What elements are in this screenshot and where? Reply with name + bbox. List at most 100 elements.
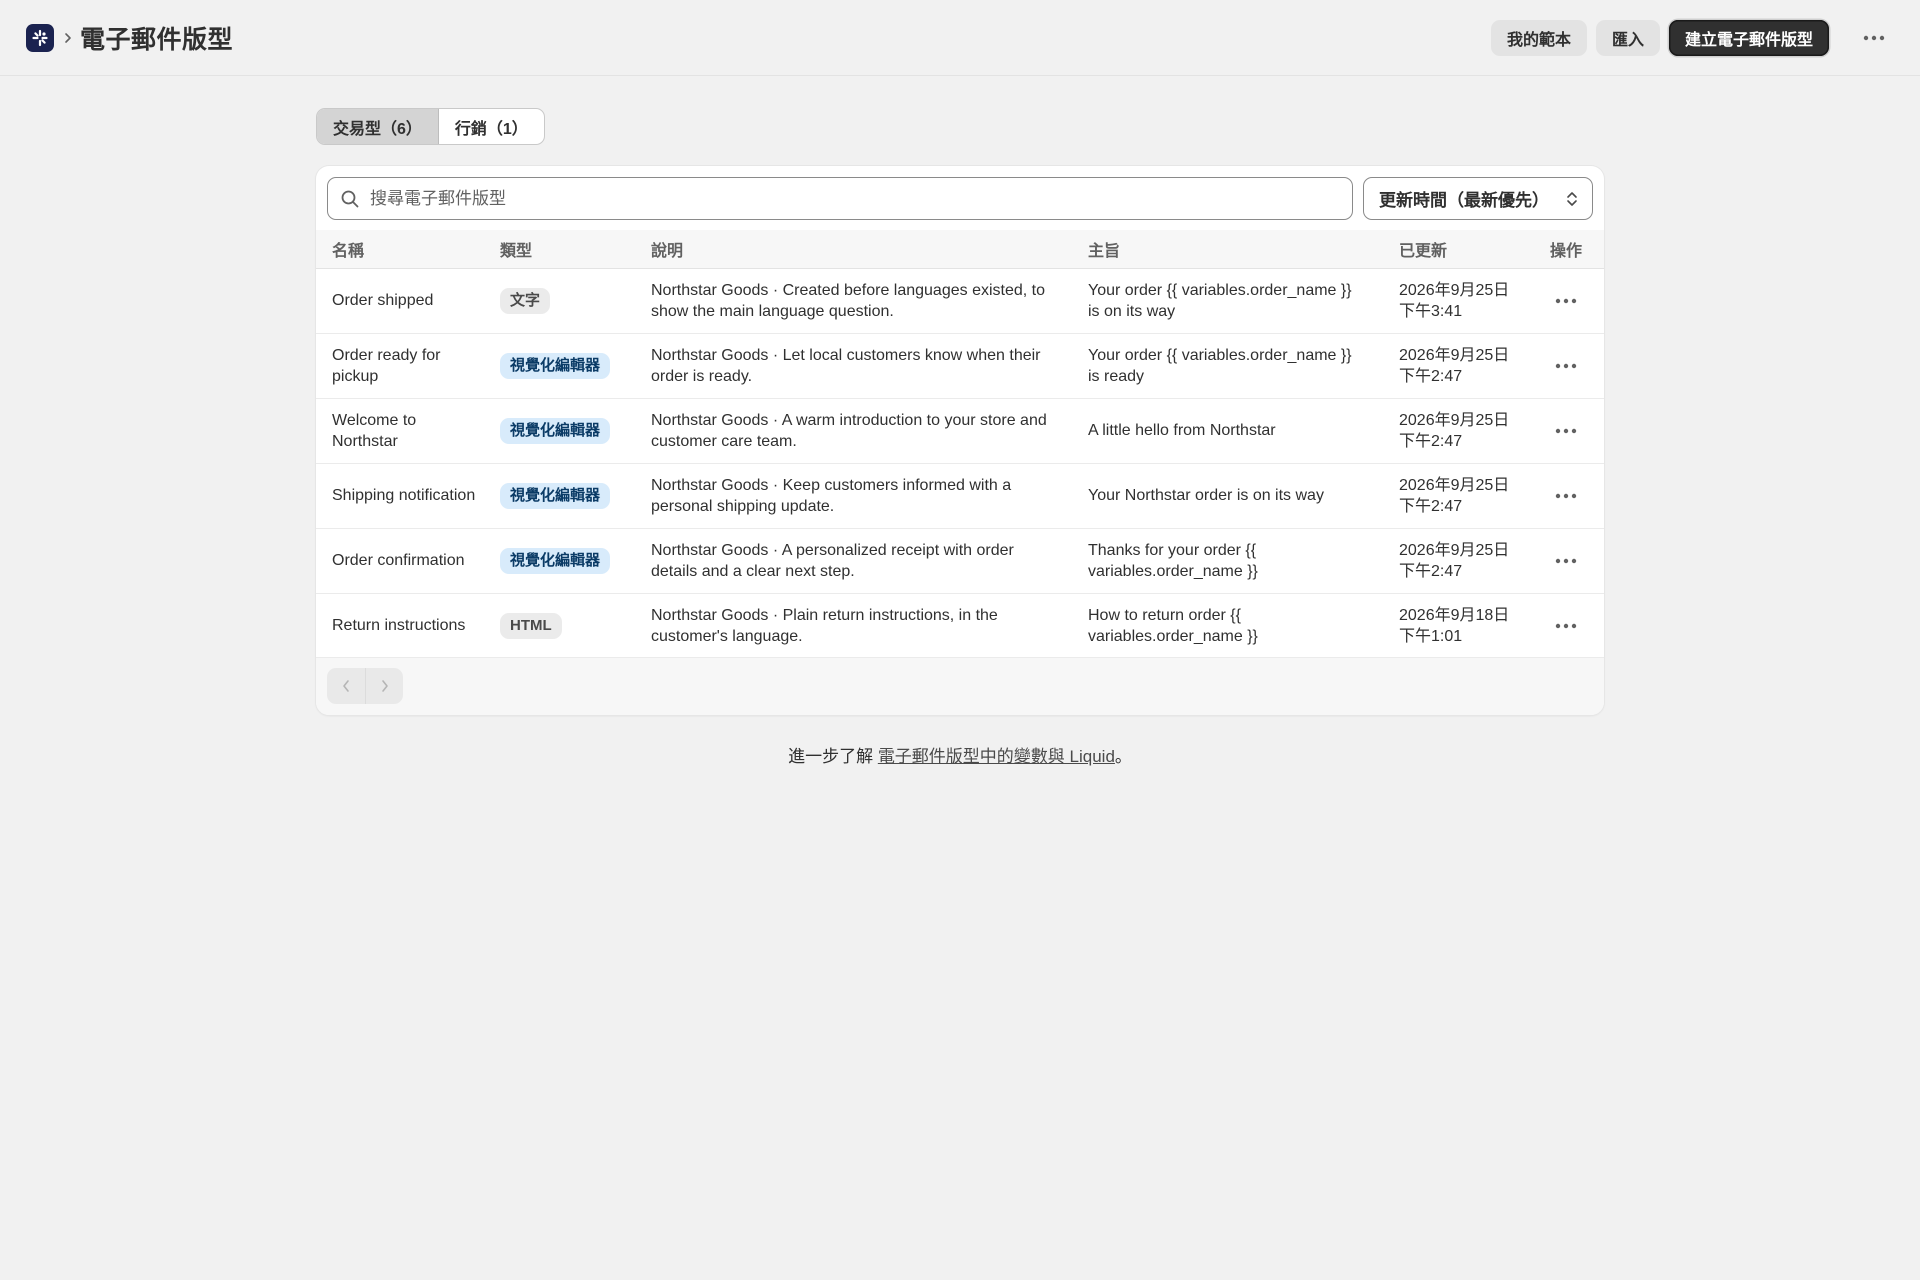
updated-time: 下午2:47 — [1399, 562, 1463, 580]
type-badge: 視覺化編輯器 — [500, 352, 611, 379]
template-type-cell: 視覺化編輯器 — [484, 463, 635, 529]
ellipsis-icon — [1863, 35, 1885, 40]
search-icon — [341, 190, 359, 207]
column-header-type[interactable]: 類型 — [484, 230, 635, 269]
template-type-cell: 文字 — [484, 268, 635, 334]
template-updated: 2026年9月18日 下午1:01 — [1383, 593, 1534, 658]
ellipsis-icon — [1555, 493, 1577, 498]
template-name[interactable]: Welcome to Northstar — [316, 398, 484, 464]
column-header-name[interactable]: 名稱 — [316, 230, 484, 269]
updated-time: 下午3:41 — [1399, 302, 1463, 320]
ellipsis-icon — [1555, 623, 1577, 628]
header-actions: 我的範本 匯入 建立電子郵件版型 — [1490, 19, 1892, 56]
template-description: Northstar Goods · Plain return instructi… — [651, 606, 998, 645]
table-header-row: 名稱 類型 說明 主旨 已更新 操作 — [316, 230, 1604, 269]
template-subject: Your order {{ variables.order_name }} is… — [1072, 268, 1383, 334]
app-logo-icon[interactable] — [26, 23, 54, 52]
row-actions-button[interactable] — [1550, 417, 1582, 445]
sort-select[interactable]: 更新時間（最新優先） — [1363, 177, 1593, 220]
type-badge: 視覺化編輯器 — [500, 417, 611, 444]
row-actions-button[interactable] — [1550, 287, 1582, 315]
pagination — [327, 668, 403, 704]
updated-date: 2026年9月25日 — [1399, 541, 1510, 559]
search-input[interactable] — [368, 187, 1340, 210]
row-actions-button[interactable] — [1550, 482, 1582, 510]
ellipsis-icon — [1555, 298, 1577, 303]
previous-page-button[interactable] — [327, 668, 365, 704]
template-name[interactable]: Shipping notification — [316, 463, 484, 529]
template-subject: A little hello from Northstar — [1072, 398, 1383, 464]
table-row[interactable]: Order ready for pickup 視覺化編輯器 Northstar Go… — [316, 333, 1604, 399]
pagination-bar — [316, 657, 1604, 715]
next-page-button[interactable] — [365, 668, 403, 704]
create-template-button[interactable]: 建立電子郵件版型 — [1668, 19, 1829, 56]
template-subject: Thanks for your order {{ variables.order… — [1072, 528, 1383, 594]
column-header-updated[interactable]: 已更新 — [1383, 230, 1534, 269]
table-row[interactable]: Return instructions HTML Northstar Goods ·… — [316, 593, 1604, 658]
updated-time: 下午2:47 — [1399, 367, 1463, 385]
search-box[interactable] — [327, 177, 1353, 220]
more-actions-button[interactable] — [1856, 20, 1892, 56]
row-actions-cell — [1534, 268, 1604, 334]
chevron-left-icon — [343, 680, 349, 692]
row-actions-button[interactable] — [1550, 352, 1582, 380]
import-button[interactable]: 匯入 — [1595, 19, 1660, 56]
row-actions-cell — [1534, 463, 1604, 529]
template-updated: 2026年9月25日 下午3:41 — [1383, 268, 1534, 334]
row-actions-button[interactable] — [1550, 547, 1582, 575]
row-actions-cell — [1534, 333, 1604, 399]
column-header-subject[interactable]: 主旨 — [1072, 230, 1383, 269]
table-row[interactable]: Order shipped 文字 Northstar Goods · Created… — [316, 268, 1604, 334]
template-type-tabs: 交易型（6） 行銷（1） — [316, 108, 545, 145]
table-row[interactable]: Shipping notification 視覺化編輯器 Northstar Goo… — [316, 463, 1604, 529]
column-header-description[interactable]: 說明 — [635, 230, 1072, 269]
chevron-right-icon — [381, 680, 388, 692]
help-suffix: 。 — [1114, 747, 1132, 766]
template-type-cell: 視覺化編輯器 — [484, 398, 635, 464]
template-name[interactable]: Order confirmation — [316, 528, 484, 594]
sort-label: 更新時間（最新優先） — [1379, 191, 1549, 210]
chevron-right-icon — [64, 32, 72, 44]
ellipsis-icon — [1555, 363, 1577, 368]
ellipsis-icon — [1555, 558, 1577, 563]
template-updated: 2026年9月25日 下午2:47 — [1383, 463, 1534, 529]
template-subject: Your order {{ variables.order_name }} is… — [1072, 333, 1383, 399]
template-description: Northstar Goods · Let local customers kn… — [635, 333, 1072, 399]
sort-chevrons-icon — [1567, 191, 1577, 206]
template-description: Northstar Goods · Created before languag… — [635, 268, 1072, 334]
templates-table: 名稱 類型 說明 主旨 已更新 操作 Order shipped 文字 Norths… — [316, 230, 1604, 658]
type-badge: 視覺化編輯器 — [500, 547, 611, 574]
tab-marketing[interactable]: 行銷（1） — [439, 109, 544, 144]
ellipsis-icon — [1555, 428, 1577, 433]
updated-date: 2026年9月25日 — [1399, 476, 1510, 494]
table-body: Order shipped 文字 Northstar Goods · Created… — [316, 268, 1604, 658]
template-subject: How to return order {{ variables.order_n… — [1088, 606, 1258, 645]
column-header-actions: 操作 — [1534, 230, 1604, 269]
help-prefix: 進一步了解 — [788, 747, 878, 766]
template-updated: 2026年9月25日 下午2:47 — [1383, 528, 1534, 594]
liquid-variables-link[interactable]: 電子郵件版型中的變數與 Liquid — [878, 747, 1115, 766]
template-name[interactable]: Order ready for pickup — [316, 333, 484, 399]
row-actions-cell — [1534, 528, 1604, 594]
filter-row: 更新時間（最新優先） — [327, 177, 1593, 220]
tab-transactional[interactable]: 交易型（6） — [317, 109, 439, 144]
updated-date: 2026年9月25日 — [1399, 411, 1510, 429]
row-actions-cell — [1534, 398, 1604, 464]
updated-time: 下午2:47 — [1399, 432, 1463, 450]
top-bar: 電子郵件版型 我的範本 匯入 建立電子郵件版型 — [0, 0, 1920, 76]
table-row[interactable]: Order confirmation 視覺化編輯器 Northstar Goods … — [316, 528, 1604, 594]
updated-date: 2026年9月25日 — [1399, 346, 1510, 364]
template-description: Northstar Goods · A warm introduction to… — [635, 398, 1072, 464]
row-actions-button[interactable] — [1550, 612, 1582, 640]
template-updated: 2026年9月25日 下午2:47 — [1383, 333, 1534, 399]
updated-time: 下午2:47 — [1399, 497, 1463, 515]
type-badge: 視覺化編輯器 — [500, 482, 611, 509]
table-row[interactable]: Welcome to Northstar 視覺化編輯器 Northstar Good… — [316, 398, 1604, 464]
my-templates-button[interactable]: 我的範本 — [1490, 19, 1587, 56]
template-description: Northstar Goods · Keep customers informe… — [635, 463, 1072, 529]
template-updated: 2026年9月25日 下午2:47 — [1383, 398, 1534, 464]
template-name[interactable]: Return instructions — [316, 593, 484, 658]
updated-time: 下午1:01 — [1399, 627, 1463, 645]
help-text: 進一步了解 電子郵件版型中的變數與 Liquid。 — [0, 742, 1920, 767]
template-name[interactable]: Order shipped — [316, 268, 484, 334]
